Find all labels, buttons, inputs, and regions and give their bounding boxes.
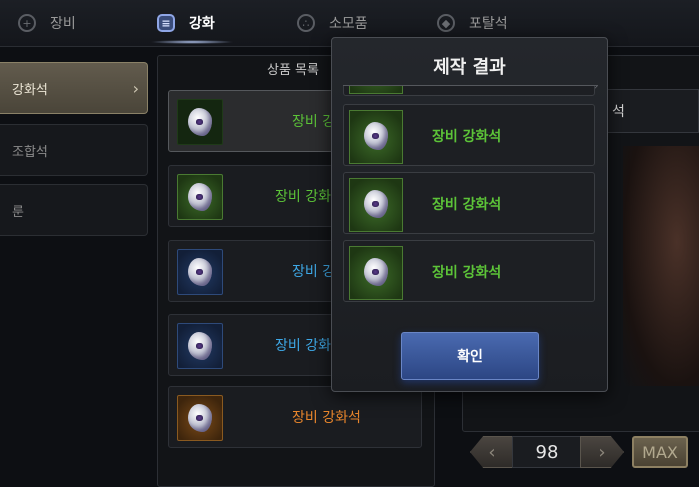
tab-label: 포탈석 xyxy=(469,16,508,32)
gem-icon: ◆ xyxy=(437,14,455,32)
enhance-stone-icon xyxy=(364,190,388,218)
item-thumbnail xyxy=(177,395,223,441)
item-thumbnail xyxy=(349,246,403,300)
character-preview xyxy=(623,146,699,386)
item-thumbnail xyxy=(177,323,223,369)
enhance-stone-icon xyxy=(188,108,212,136)
dots-icon: ∴ xyxy=(297,14,315,32)
modal-title: 제작 결과 xyxy=(433,57,506,78)
sidebar-item-enhance-stone[interactable]: 강화석 › xyxy=(0,62,148,114)
list-item: 장비 강화석 xyxy=(343,172,595,234)
result-list[interactable]: ◇ ◇ 장비 강화석 장비 강화석 장비 강화석 xyxy=(343,85,598,354)
enhance-stone-icon xyxy=(188,183,212,211)
sidebar-item-rune[interactable]: 룬 xyxy=(0,184,148,236)
item-detail-name: 석 xyxy=(603,89,699,133)
sidebar-item-label: 조합석 xyxy=(12,144,48,160)
item-name: 장비 강화석 xyxy=(292,410,361,426)
enhance-stone-icon xyxy=(188,332,212,360)
tab-equipment[interactable]: + 장비 xyxy=(18,0,76,46)
enhance-stone-icon xyxy=(364,258,388,286)
item-name: 장비 강화석 xyxy=(432,265,502,281)
max-quantity-button[interactable]: MAX xyxy=(632,436,688,468)
item-name: 장비 강 xyxy=(292,114,336,130)
craft-result-modal: 제작 결과 ◇ ◇ 장비 강화석 장비 강화석 장비 강화석 확인 xyxy=(331,37,608,392)
enhance-stone-icon xyxy=(188,404,212,432)
item-name: 장비 강 xyxy=(292,264,336,280)
plus-circle-icon: + xyxy=(18,14,36,32)
confirm-button[interactable]: 확인 xyxy=(401,332,539,380)
item-thumbnail xyxy=(177,99,223,145)
item-thumbnail xyxy=(177,174,223,220)
item-thumbnail xyxy=(177,249,223,295)
list-item xyxy=(343,86,595,96)
list-item: 장비 강화석 xyxy=(343,104,595,166)
sidebar-item-combine-stone[interactable]: 조합석 xyxy=(0,124,148,176)
quantity-decrease-button[interactable]: ‹ xyxy=(470,436,514,468)
item-name: 장비 강화석 xyxy=(432,197,502,213)
tab-label: 강화 xyxy=(189,16,215,32)
list-item[interactable]: 장비 강화석 xyxy=(168,386,422,448)
item-thumbnail xyxy=(349,178,403,232)
tab-label: 장비 xyxy=(50,16,76,32)
item-name: 장비 강화석 xyxy=(432,129,502,145)
item-thumbnail xyxy=(349,110,403,164)
sidebar-item-label: 룬 xyxy=(12,204,24,220)
quantity-value[interactable]: 98 xyxy=(512,436,582,468)
quantity-increase-button[interactable]: › xyxy=(580,436,624,468)
list-item: 장비 강화석 xyxy=(343,240,595,302)
active-tab-indicator xyxy=(150,40,234,44)
enhance-stone-icon xyxy=(188,258,212,286)
chevron-right-icon: › xyxy=(132,79,139,98)
list-icon: ≡ xyxy=(157,14,175,32)
sidebar-item-label: 강화석 xyxy=(12,82,48,98)
item-thumbnail xyxy=(349,86,403,94)
item-name: 장비 강화 xyxy=(275,189,331,205)
item-name: 장비 강화 xyxy=(275,338,331,354)
enhance-stone-icon xyxy=(364,122,388,150)
tab-label: 소모품 xyxy=(329,16,368,32)
